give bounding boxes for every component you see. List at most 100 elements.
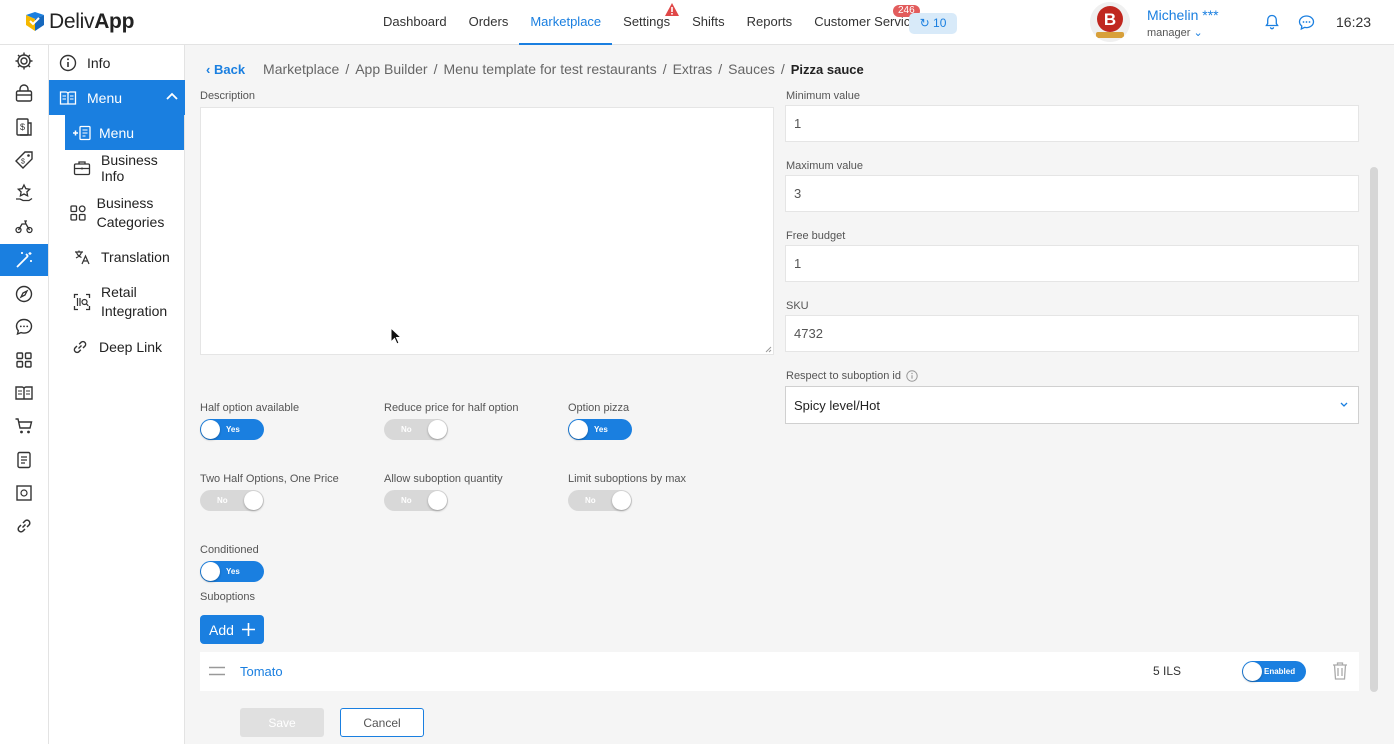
free-budget-input[interactable]: 1 [785, 245, 1359, 282]
respect-suboption-select[interactable]: Spicy level/Hot [785, 386, 1359, 424]
sidebar-item-translation[interactable]: Translation [49, 247, 185, 267]
breadcrumb-item[interactable]: Sauces [728, 61, 775, 77]
drag-handle-icon[interactable] [209, 666, 225, 676]
breadcrumb-item[interactable]: App Builder [355, 61, 427, 77]
sidebar-item-deep-link[interactable]: Deep Link [49, 337, 185, 357]
sidebar-item-retail-integration[interactable]: Retail Integration [49, 282, 185, 322]
suboption-quantity-toggle[interactable]: No [384, 490, 448, 511]
reduce-price-toggle[interactable]: No [384, 419, 448, 440]
suboption-price: 5 ILS [1153, 664, 1182, 678]
two-half-options-toggle[interactable]: No [200, 490, 264, 511]
breadcrumb-separator: / [345, 61, 350, 77]
sidebar-item-label: Retail Integration [101, 284, 168, 319]
nav-settings[interactable]: Settings [612, 0, 681, 45]
rail-loyalty[interactable] [0, 177, 48, 209]
toggle-state: Yes [226, 567, 240, 576]
main-nav: Dashboard Orders Marketplace Settings Sh… [372, 0, 929, 45]
rail-shop[interactable] [0, 78, 48, 110]
half-option-toggle[interactable]: Yes [200, 419, 264, 440]
rail-cart[interactable] [0, 410, 48, 442]
reduce-price-label: Reduce price for half option [384, 402, 519, 414]
back-link[interactable]: ‹ Back [206, 62, 245, 77]
save-button[interactable]: Save [240, 708, 324, 737]
table-row[interactable]: Tomato 5 ILS Enabled [200, 652, 1359, 691]
icon-rail: $ $ [0, 45, 49, 744]
sidebar-item-label: Business Categories [96, 195, 165, 230]
user-role-label: manager [1147, 27, 1191, 39]
nav-marketplace[interactable]: Marketplace [519, 0, 613, 45]
mouse-cursor-icon [390, 327, 402, 345]
rail-app-builder[interactable] [0, 244, 48, 276]
rail-promotions[interactable]: $ [0, 144, 48, 176]
categories-icon [70, 205, 86, 221]
rail-documents[interactable] [0, 444, 48, 476]
sidebar-item-label: Business Info [100, 152, 158, 184]
rail-delivery[interactable] [0, 210, 48, 242]
breadcrumb: ‹ Back Marketplace / App Builder / Menu te… [206, 61, 864, 77]
conditioned-toggle[interactable]: Yes [200, 561, 264, 582]
min-value-input[interactable]: 1 [785, 105, 1359, 142]
nav-orders[interactable]: Orders [458, 0, 520, 45]
chat-icon[interactable] [1298, 14, 1315, 31]
sku-input[interactable]: 4732 [785, 315, 1359, 352]
breadcrumb-item[interactable]: Extras [673, 61, 713, 77]
avatar[interactable]: B [1090, 2, 1130, 42]
link-icon [73, 340, 87, 354]
trash-icon[interactable] [1332, 661, 1348, 680]
suboption-quantity-label: Allow suboption quantity [384, 473, 503, 485]
main-content: ‹ Back Marketplace / App Builder / Menu te… [185, 45, 1394, 744]
cancel-button[interactable]: Cancel [340, 708, 424, 737]
breadcrumb-separator: / [662, 61, 667, 77]
toggle-knob [612, 491, 631, 510]
redirect-counter[interactable]: ↻ 10 [909, 13, 957, 34]
toggle-knob [201, 420, 220, 439]
rail-explore[interactable] [0, 278, 48, 310]
breadcrumb-item[interactable]: Menu template for test restaurants [443, 61, 656, 77]
sidebar-item-info[interactable]: Info [49, 51, 185, 75]
user-role[interactable]: manager ⌄ [1147, 26, 1203, 39]
rail-apps[interactable] [0, 344, 48, 376]
sidebar-item-menu[interactable]: Menu [49, 80, 185, 115]
back-label: Back [213, 61, 246, 77]
sidebar-item-label: Info [87, 55, 111, 71]
gear-icon [15, 52, 33, 70]
respect-suboption-value: Spicy level/Hot [794, 397, 880, 413]
limit-suboptions-label: Limit suboptions by max [568, 473, 686, 485]
description-textarea[interactable] [200, 107, 774, 355]
sidebar-item-business-categories[interactable]: Business Categories [49, 193, 185, 233]
nav-shifts[interactable]: Shifts [681, 0, 736, 45]
book-icon [15, 386, 33, 400]
redirect-icon: ↻ [919, 16, 930, 30]
suboption-status-toggle[interactable]: Enabled [1242, 661, 1306, 682]
info-icon[interactable] [906, 370, 918, 382]
max-value-input[interactable]: 3 [785, 175, 1359, 212]
tag-icon: $ [15, 151, 33, 169]
bell-icon[interactable] [1264, 14, 1280, 30]
add-document-icon [73, 125, 91, 140]
sidebar-item-menu-sub[interactable]: Menu [65, 115, 184, 150]
suboption-name[interactable]: Tomato [240, 664, 283, 679]
translate-icon [75, 250, 90, 265]
resize-handle-icon[interactable] [764, 345, 772, 353]
nav-reports[interactable]: Reports [736, 0, 804, 45]
breadcrumb-current: Pizza sauce [790, 61, 864, 77]
scrollbar[interactable] [1370, 167, 1378, 692]
rail-invoices[interactable]: $ [0, 111, 48, 143]
rail-settings[interactable] [0, 45, 48, 77]
limit-suboptions-toggle[interactable]: No [568, 490, 632, 511]
rail-receipts[interactable] [0, 477, 48, 509]
top-bar: DelivApp Dashboard Orders Marketplace Se… [0, 0, 1394, 45]
rail-links[interactable] [0, 510, 48, 542]
nav-settings-label: Settings [623, 14, 671, 29]
rail-menu[interactable] [0, 377, 48, 409]
user-name[interactable]: Michelin *** [1147, 7, 1219, 23]
rail-messages[interactable] [0, 311, 48, 343]
toggle-knob [244, 491, 263, 510]
add-suboption-button[interactable]: Add [200, 615, 264, 644]
option-pizza-toggle[interactable]: Yes [568, 419, 632, 440]
app-logo[interactable]: DelivApp [24, 10, 134, 34]
logo-text-light: Deliv [49, 10, 95, 33]
breadcrumb-item[interactable]: Marketplace [263, 61, 339, 77]
nav-dashboard[interactable]: Dashboard [372, 0, 458, 45]
sidebar-item-business-info[interactable]: Business Info [49, 152, 185, 184]
